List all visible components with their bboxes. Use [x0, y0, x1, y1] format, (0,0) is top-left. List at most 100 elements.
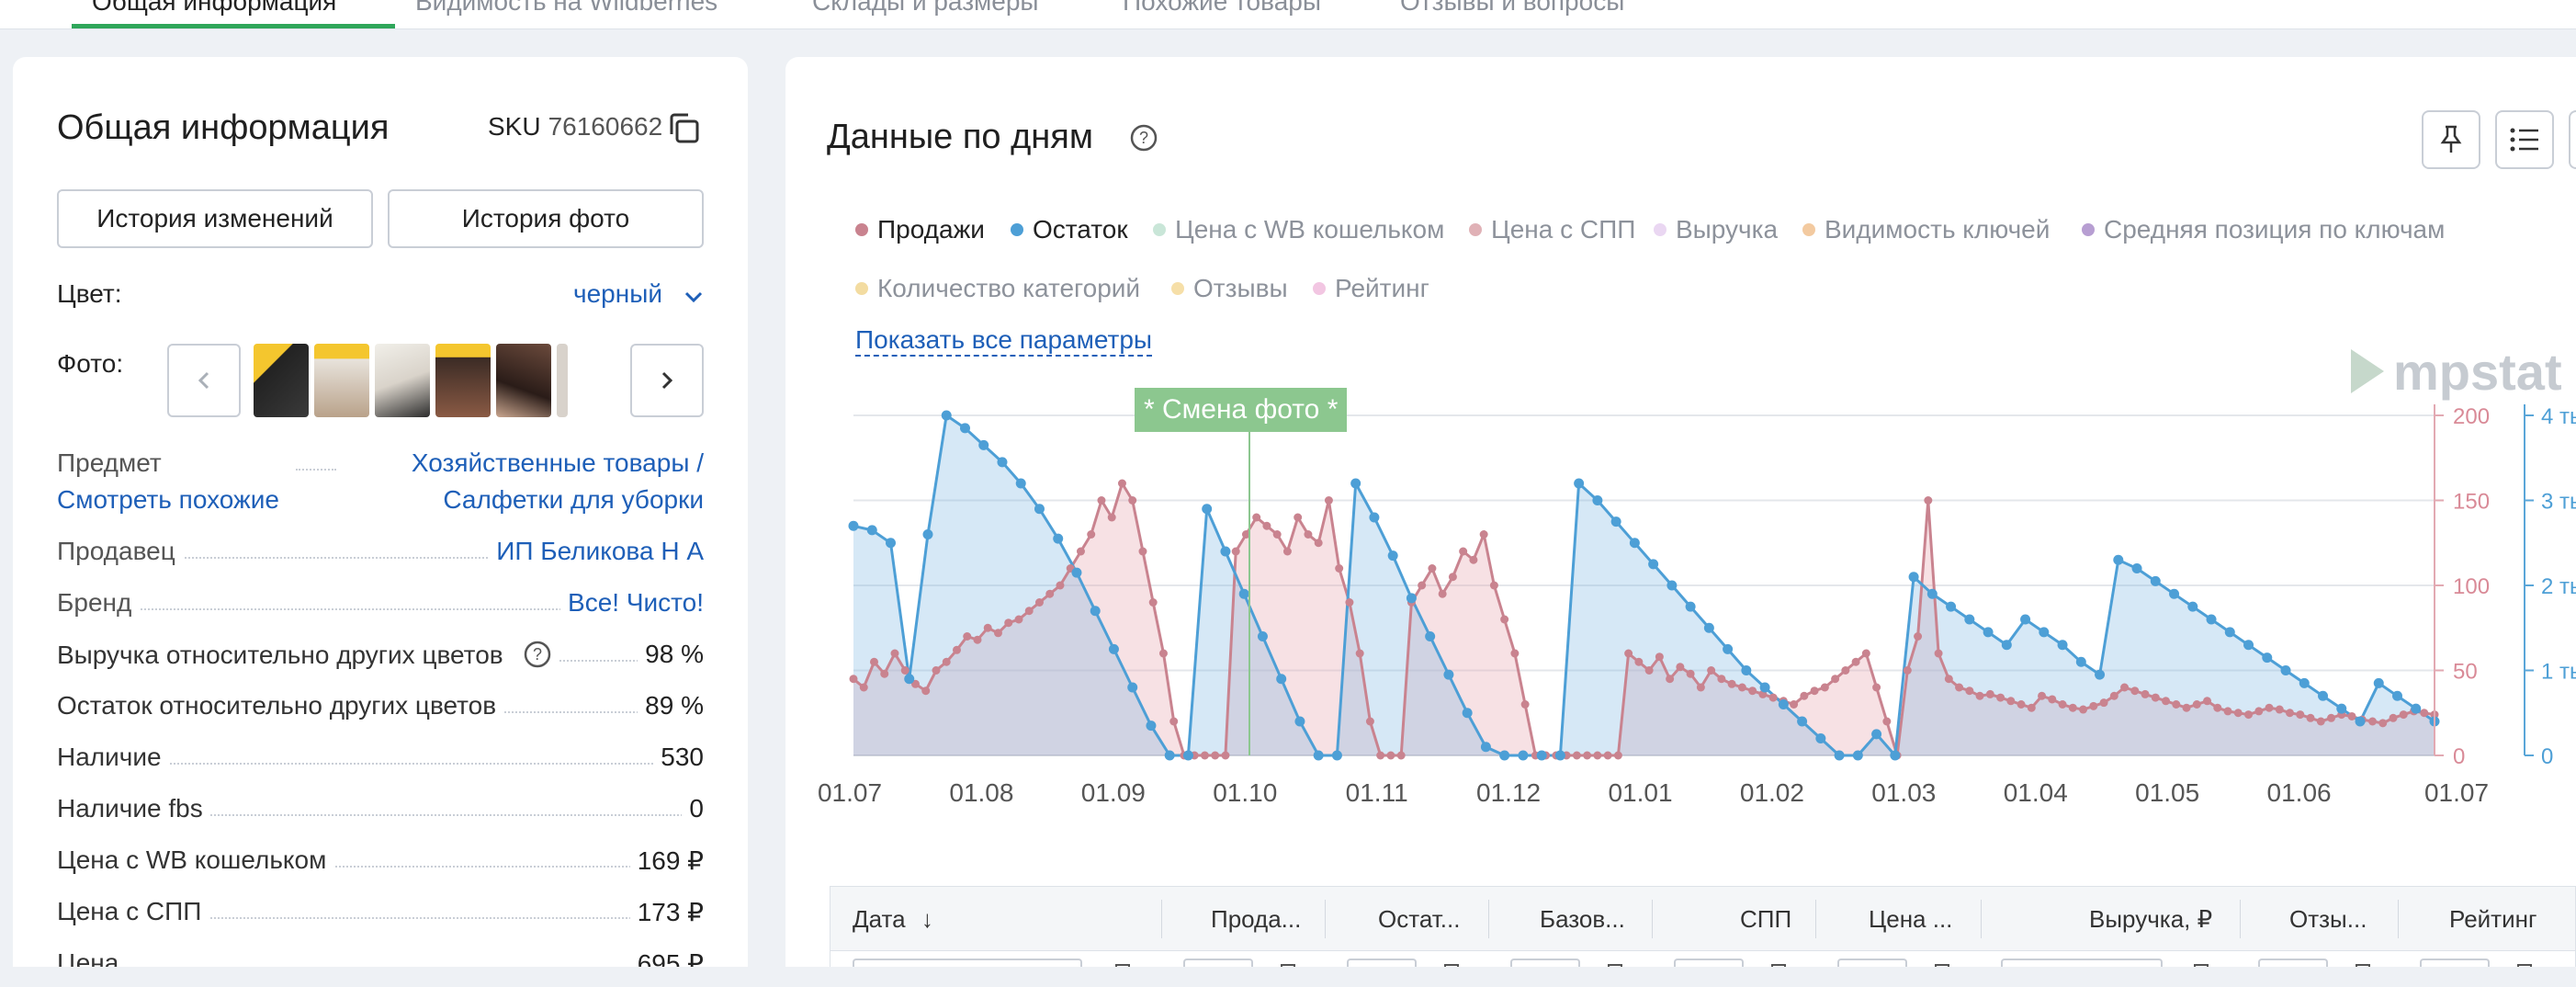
column-base-price[interactable]: Базов...	[1540, 905, 1625, 934]
stock-point	[959, 423, 970, 434]
color-select[interactable]: черный	[573, 279, 662, 309]
help-icon[interactable]: ?	[523, 640, 552, 669]
stock-point	[1480, 742, 1491, 753]
legend-sales[interactable]: Продажи	[855, 215, 985, 244]
legend-reviews[interactable]: Отзывы	[1171, 274, 1288, 303]
legend-dot	[855, 223, 868, 236]
tab-warehouses[interactable]: Склады и размеры	[812, 0, 1039, 17]
sales-point	[2017, 700, 2026, 709]
sales-point	[1231, 547, 1240, 556]
photo-next-button[interactable]	[630, 344, 704, 417]
tab-similar[interactable]: Похожие товары	[1123, 0, 1321, 17]
stock-point	[848, 520, 859, 531]
sales-point	[2275, 705, 2284, 714]
legend-categories[interactable]: Количество категорий	[855, 274, 1140, 303]
stock-point	[1425, 631, 1436, 641]
photo-thumbnail[interactable]	[435, 344, 491, 417]
x-axis-tick: 01.08	[949, 778, 1013, 807]
column-stock[interactable]: Остат...	[1378, 905, 1460, 934]
subject-link-line2[interactable]: Салфетки для уборки	[435, 485, 704, 515]
column-sales[interactable]: Прода...	[1211, 905, 1301, 934]
list-view-button[interactable]	[2495, 110, 2554, 169]
legend-rating[interactable]: Рейтинг	[1313, 274, 1429, 303]
card-title: Данные по дням	[827, 118, 1093, 156]
stock-point	[1592, 495, 1603, 505]
sales-point	[1572, 751, 1581, 760]
legend-price-wallet[interactable]: Цена с WB кошельком	[1153, 215, 1444, 244]
column-spp[interactable]: СПП	[1740, 905, 1791, 934]
legend-stock[interactable]: Остаток	[1011, 215, 1128, 244]
photo-thumbnail[interactable]	[375, 344, 430, 417]
column-rating[interactable]: Рейтинг	[2449, 905, 2536, 934]
property-value: 530	[653, 743, 704, 772]
brand-link[interactable]: Все! Чисто!	[560, 588, 704, 618]
sales-point	[1924, 496, 1933, 505]
photo-thumbnail[interactable]	[314, 344, 369, 417]
photo-thumbnail[interactable]	[557, 344, 568, 417]
stock-point	[1741, 665, 1752, 675]
seller-link[interactable]: ИП Беликова Н А	[489, 537, 704, 566]
subject-link[interactable]: Хозяйственные товары /	[403, 448, 704, 478]
column-date[interactable]: Дата ↓	[853, 905, 933, 934]
property-key: Наличие fbs	[57, 794, 210, 823]
property-key: Выручка относительно других цветов ?	[57, 640, 560, 670]
sales-point	[2316, 717, 2325, 726]
sales-axis-tick: 100	[2453, 574, 2490, 599]
stock-point	[1090, 606, 1101, 617]
sales-point	[2368, 717, 2378, 726]
tab-general-info[interactable]: Общая информация	[92, 0, 336, 17]
sales-point	[1396, 751, 1406, 760]
stock-point	[2224, 627, 2235, 638]
property-availability: Наличие 530	[57, 743, 704, 779]
sales-point	[1469, 555, 1478, 564]
pin-button[interactable]	[2422, 110, 2480, 169]
copy-icon[interactable]	[666, 110, 703, 147]
photo-thumbnail[interactable]	[496, 344, 551, 417]
property-value: 89 %	[638, 691, 704, 720]
sales-point	[1117, 479, 1126, 488]
photo-thumbnail[interactable]	[254, 344, 309, 417]
more-button[interactable]	[2569, 110, 2576, 169]
sales-point	[1727, 679, 1736, 688]
sales-point	[2203, 697, 2212, 706]
photo-history-button[interactable]: История фото	[388, 189, 704, 248]
stock-point	[1834, 750, 1845, 761]
photo-change-marker[interactable]: * Смена фото *	[1135, 388, 1348, 432]
stock-point	[2299, 677, 2310, 688]
property-value: 0	[682, 794, 704, 823]
stock-point	[1499, 750, 1510, 761]
property-value: 173 ₽	[629, 897, 704, 927]
change-history-button[interactable]: История изменений	[57, 189, 373, 248]
help-icon[interactable]: ?	[1129, 123, 1158, 153]
legend-key-visibility[interactable]: Видимость ключей	[1802, 215, 2050, 244]
chevron-down-icon[interactable]	[684, 287, 704, 307]
column-reviews[interactable]: Отзы...	[2289, 905, 2367, 934]
show-all-params-link[interactable]: Показать все параметры	[855, 325, 1153, 357]
x-axis-tick: 01.02	[1740, 778, 1804, 807]
photo-prev-button[interactable]	[167, 344, 241, 417]
sales-point	[1737, 683, 1746, 692]
sales-point	[1861, 649, 1870, 658]
stock-point	[1666, 580, 1678, 591]
sales-point	[1138, 547, 1147, 556]
x-axis-tick: 01.07	[818, 778, 882, 807]
legend-dot	[2082, 223, 2095, 236]
stock-point	[885, 538, 896, 549]
sales-point	[983, 623, 992, 632]
sales-point	[1004, 618, 1013, 628]
sales-point	[1965, 686, 1974, 696]
sales-point	[849, 675, 858, 684]
sales-point	[1696, 683, 1705, 692]
legend-revenue[interactable]: Выручка	[1654, 215, 1778, 244]
legend-avg-position[interactable]: Средняя позиция по ключам	[2082, 215, 2445, 244]
sales-point	[1324, 496, 1333, 505]
similar-link[interactable]: Смотреть похожие	[57, 485, 287, 515]
column-price[interactable]: Цена ...	[1869, 905, 1952, 934]
tab-visibility[interactable]: Видимость на Wildberries	[415, 0, 717, 17]
column-revenue[interactable]: Выручка, ₽	[2089, 905, 2212, 934]
sales-point	[1872, 683, 1881, 692]
legend-price-spp[interactable]: Цена с СПП	[1469, 215, 1635, 244]
sales-point	[1975, 691, 1984, 700]
tab-reviews[interactable]: Отзывы и вопросы	[1400, 0, 1624, 17]
stock-point	[2020, 614, 2031, 625]
